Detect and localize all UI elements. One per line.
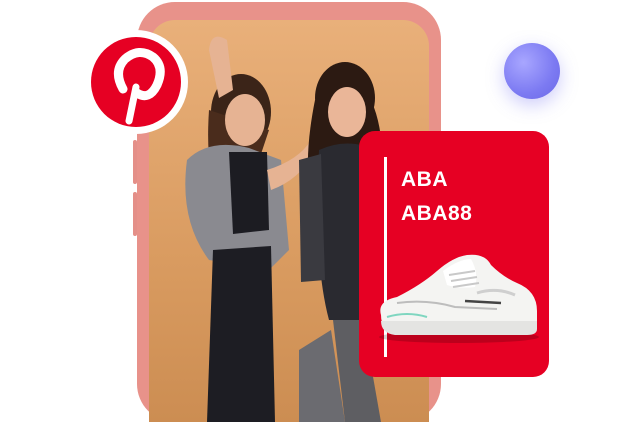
phone-side-button: [133, 140, 137, 184]
phone-side-button: [133, 192, 137, 236]
pinterest-logo-icon: [84, 30, 188, 134]
product-name-line-2: ABA88: [401, 202, 473, 225]
left-model: [185, 36, 315, 422]
product-name: ABA ABA88: [401, 163, 472, 231]
product-name-line-1: ABA: [401, 168, 448, 191]
decorative-orb: [504, 43, 560, 99]
sneaker-icon: [379, 254, 539, 343]
product-card[interactable]: ABA ABA88: [359, 131, 549, 377]
